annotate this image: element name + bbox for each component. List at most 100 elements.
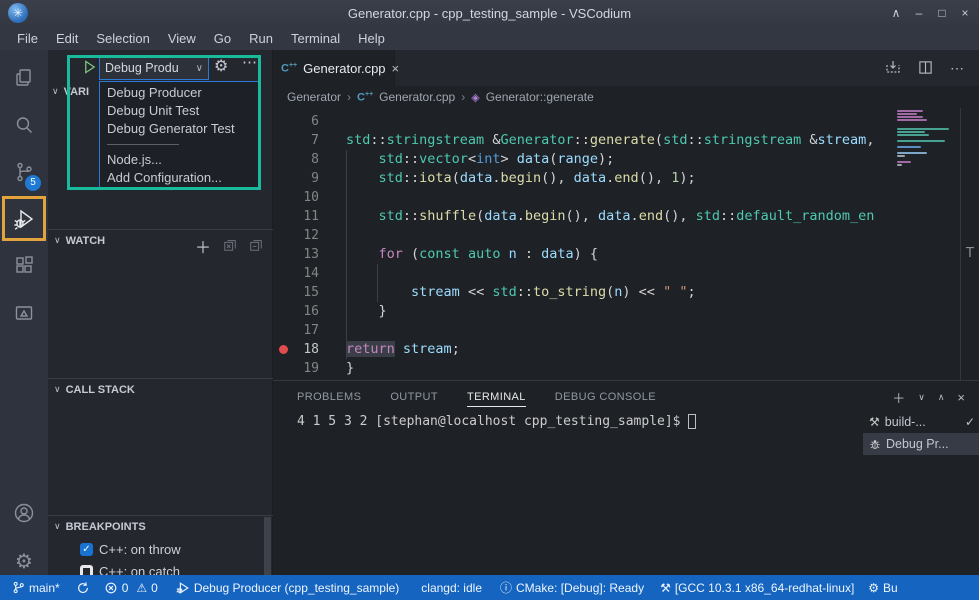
debug-more-actions-icon[interactable]: ⋯ xyxy=(242,53,258,71)
run-and-debug-icon[interactable] xyxy=(0,196,48,242)
variables-section-header[interactable]: ∨ VARI xyxy=(52,86,89,98)
tab-generator-cpp[interactable]: C++ Generator.cpp × xyxy=(273,50,395,86)
breakpoint-gutter[interactable] xyxy=(273,302,293,321)
extensions-icon[interactable] xyxy=(0,243,48,289)
keep-above-icon[interactable]: ∧ xyxy=(888,6,904,20)
account-icon[interactable] xyxy=(0,490,48,536)
debug-settings-gear-icon[interactable]: ⚙ xyxy=(214,56,228,75)
menu-item-run[interactable]: Run xyxy=(240,28,282,49)
checkbox[interactable]: ✓ xyxy=(80,543,93,556)
dropdown-option[interactable]: Debug Unit Test xyxy=(100,102,258,120)
menu-item-selection[interactable]: Selection xyxy=(87,28,158,49)
breakpoint-gutter[interactable] xyxy=(273,207,293,226)
breakpoint-gutter[interactable] xyxy=(273,226,293,245)
source-control-icon[interactable]: 5 xyxy=(0,149,48,195)
code-line[interactable]: 19} xyxy=(273,359,897,378)
close-icon[interactable]: × xyxy=(957,6,973,20)
breakpoint-gutter[interactable] xyxy=(273,150,293,169)
code-line[interactable]: 8 std::vector<int> data(range); xyxy=(273,150,897,169)
gcc-kit-status[interactable]: ⚒ [GCC 10.3.1 x86_64-redhat-linux] xyxy=(660,581,854,595)
new-terminal-icon[interactable]: ＋ xyxy=(892,388,905,407)
breakpoint-gutter[interactable] xyxy=(273,321,293,340)
breakpoints-section-header[interactable]: ∨ BREAKPOINTS xyxy=(48,516,273,538)
breakpoint-item[interactable]: ✓C++: on throw xyxy=(48,538,273,560)
remove-all-watch-icon[interactable] xyxy=(223,238,237,255)
code-line[interactable]: 15 stream << std::to_string(n) << " "; xyxy=(273,283,897,302)
watch-section: ∨ WATCH ＋ xyxy=(48,229,273,371)
dropdown-option[interactable]: Debug Generator Test xyxy=(100,120,258,138)
code-line[interactable]: 14 xyxy=(273,264,897,283)
terminal[interactable]: 4 1 5 3 2 [stephan@localhost cpp_testing… xyxy=(297,414,857,429)
minimap[interactable] xyxy=(897,110,953,378)
panel-tab-output[interactable]: OUTPUT xyxy=(390,386,438,407)
code-line[interactable]: 6 xyxy=(273,112,897,131)
clangd-status[interactable]: clangd: idle xyxy=(421,581,482,595)
terminal-tab-item[interactable]: ⚒build-...✓ xyxy=(863,411,979,433)
add-watch-expression-icon[interactable]: ＋ xyxy=(195,234,211,258)
breakpoint-gutter[interactable] xyxy=(273,245,293,264)
chevron-down-icon[interactable]: ∨ xyxy=(918,393,925,403)
debug-target-status[interactable]: Debug Producer (cpp_testing_sample) xyxy=(176,581,399,595)
maximize-icon[interactable]: □ xyxy=(934,6,950,20)
minimap-line xyxy=(897,155,905,157)
editor-scrollbar[interactable]: T xyxy=(960,108,979,380)
code-area[interactable]: 67std::stringstream &Generator::generate… xyxy=(273,108,897,380)
code-line[interactable]: 9 std::iota(data.begin(), data.end(), 1)… xyxy=(273,169,897,188)
code-line[interactable]: 16 } xyxy=(273,302,897,321)
panel-tab-debug-console[interactable]: DEBUG CONSOLE xyxy=(555,386,656,407)
cmake-status[interactable]: ⓘ CMake: [Debug]: Ready xyxy=(500,579,644,596)
menu-bar: FileEditSelectionViewGoRunTerminalHelp xyxy=(0,26,979,50)
menu-item-help[interactable]: Help xyxy=(349,28,394,49)
close-panel-icon[interactable]: × xyxy=(957,390,965,405)
terminal-tab-item[interactable]: Debug Pr... xyxy=(863,433,979,455)
code-line[interactable]: 7std::stringstream &Generator::generate(… xyxy=(273,131,897,150)
menu-item-view[interactable]: View xyxy=(159,28,205,49)
breakpoint-dot[interactable] xyxy=(279,345,288,354)
menu-item-go[interactable]: Go xyxy=(205,28,240,49)
panel-tab-terminal[interactable]: TERMINAL xyxy=(467,386,526,407)
call-stack-section-header[interactable]: ∨ CALL STACK xyxy=(48,379,273,401)
run-below-icon[interactable] xyxy=(885,59,901,78)
debug-config-dropdown[interactable]: Debug Produ ∨ xyxy=(99,56,209,80)
breakpoint-gutter[interactable] xyxy=(273,188,293,207)
dropdown-option[interactable]: Debug Producer xyxy=(100,84,258,102)
test-panel-icon[interactable] xyxy=(0,290,48,336)
breadcrumb-symbol[interactable]: Generator::generate xyxy=(486,90,594,104)
dropdown-option[interactable]: Node.js... xyxy=(100,151,258,169)
breakpoint-gutter[interactable] xyxy=(273,340,293,359)
branch-status[interactable]: main* xyxy=(12,580,60,595)
code-line[interactable]: 18return stream; xyxy=(273,340,897,359)
split-editor-icon[interactable] xyxy=(918,60,933,78)
code-line[interactable]: 17 xyxy=(273,321,897,340)
start-debug-icon[interactable] xyxy=(82,59,97,78)
menu-item-edit[interactable]: Edit xyxy=(47,28,87,49)
code-line[interactable]: 12 xyxy=(273,226,897,245)
code-line[interactable]: 10 xyxy=(273,188,897,207)
code-line[interactable]: 13 for (const auto n : data) { xyxy=(273,245,897,264)
panel-tab-problems[interactable]: PROBLEMS xyxy=(297,386,361,407)
sidebar-scrollbar[interactable] xyxy=(264,517,271,575)
minimize-icon[interactable]: – xyxy=(911,6,927,20)
breakpoint-gutter[interactable] xyxy=(273,359,293,378)
breakpoint-gutter[interactable] xyxy=(273,131,293,150)
breakpoint-gutter[interactable] xyxy=(273,283,293,302)
breadcrumb-folder[interactable]: Generator xyxy=(287,90,341,104)
sync-status[interactable] xyxy=(76,581,90,595)
search-icon[interactable] xyxy=(0,102,48,148)
more-actions-icon[interactable]: ⋯ xyxy=(950,60,965,77)
problems-status[interactable]: 0 ⚠ 0 xyxy=(104,581,158,595)
build-status[interactable]: ⚙ Bu xyxy=(868,581,897,595)
breakpoint-gutter[interactable] xyxy=(273,112,293,131)
breakpoint-gutter[interactable] xyxy=(273,264,293,283)
maximize-panel-icon[interactable]: ∧ xyxy=(938,393,945,403)
code-line[interactable]: 11 std::shuffle(data.begin(), data.end()… xyxy=(273,207,897,226)
close-icon[interactable]: × xyxy=(392,61,400,76)
collapse-all-watch-icon[interactable] xyxy=(249,238,263,255)
menu-item-terminal[interactable]: Terminal xyxy=(282,28,349,49)
explorer-icon[interactable] xyxy=(0,55,48,101)
dropdown-option[interactable]: Add Configuration... xyxy=(100,169,258,187)
menu-item-file[interactable]: File xyxy=(8,28,47,49)
breakpoint-gutter[interactable] xyxy=(273,169,293,188)
call-stack-section: ∨ CALL STACK xyxy=(48,378,273,515)
breadcrumb-file[interactable]: Generator.cpp xyxy=(379,90,455,104)
